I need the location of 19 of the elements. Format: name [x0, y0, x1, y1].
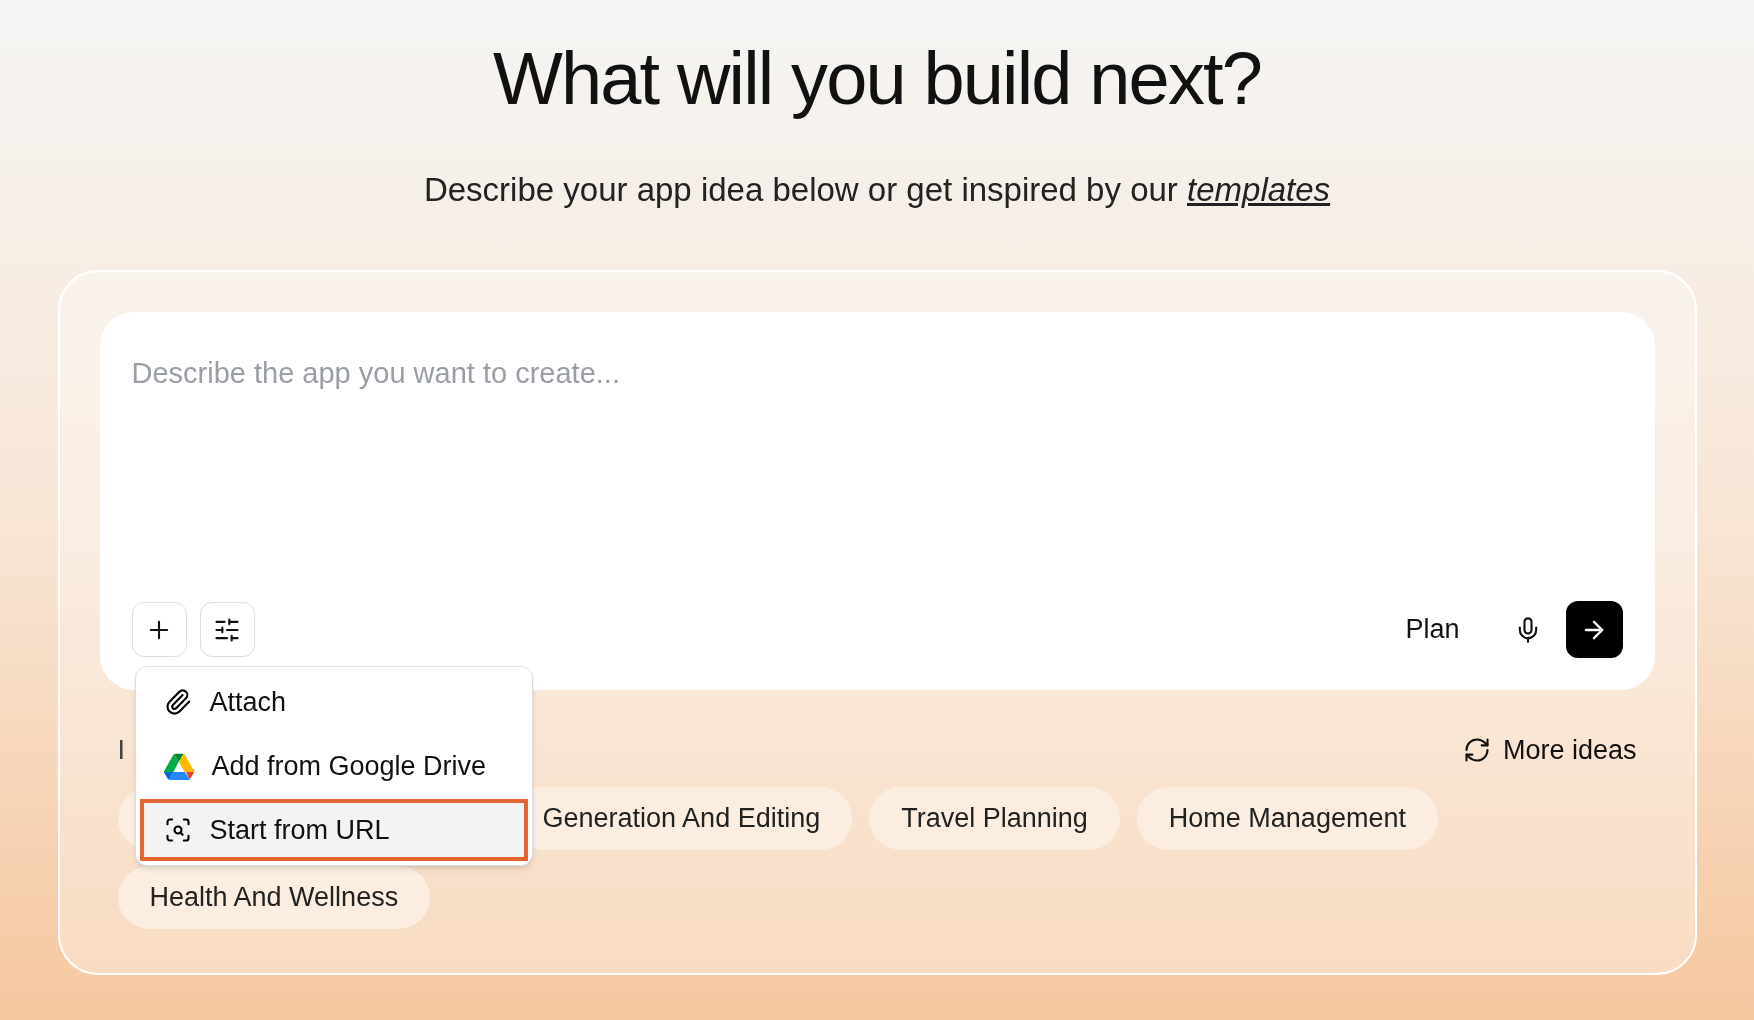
add-button[interactable]	[131, 602, 187, 657]
send-button[interactable]	[1565, 601, 1623, 658]
plan-button[interactable]: Plan	[1397, 609, 1468, 650]
idea-chip[interactable]: Home Management	[1136, 786, 1438, 850]
sliders-icon	[213, 615, 241, 644]
refresh-icon	[1462, 736, 1491, 765]
menu-item[interactable]: Attach	[139, 671, 528, 733]
drive-icon	[163, 752, 194, 780]
idea-chip[interactable]: Travel Planning	[869, 786, 1120, 850]
page-heading: What will you build next?	[492, 36, 1262, 122]
more-ideas-button[interactable]: More ideas	[1462, 730, 1637, 771]
prompt-field[interactable]: Describe the app you want to create...	[131, 352, 1623, 396]
ideas-label: I	[117, 734, 125, 767]
paperclip-icon	[163, 688, 192, 716]
templates-link[interactable]: templates	[1187, 171, 1331, 208]
menu-item[interactable]: Start from URL	[139, 799, 528, 861]
subtitle: Describe your app idea below or get inspired by our templates	[423, 170, 1331, 210]
settings-button[interactable]	[199, 602, 255, 657]
idea-chip[interactable]: Health And Wellness	[117, 865, 431, 929]
